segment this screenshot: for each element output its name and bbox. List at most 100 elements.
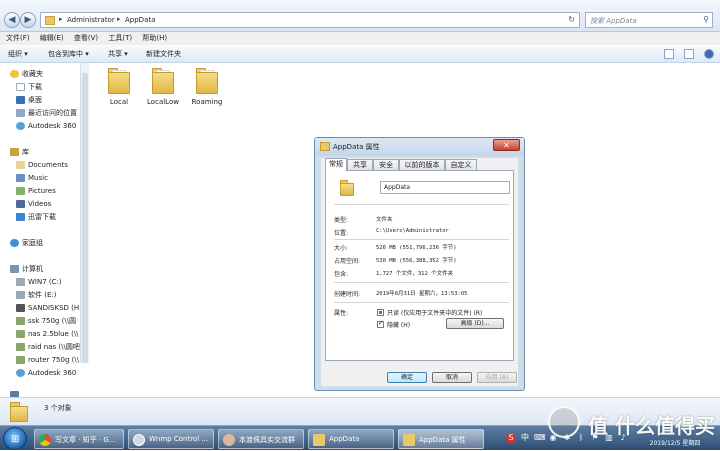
watermark: 值 什么值得买 [548,404,720,444]
network-drive-icon [16,330,25,338]
dialog-body: 常规 共享 安全 以前的版本 自定义 AppData 类型: 文件夹 位置: C… [321,158,518,386]
refresh-icon[interactable]: ↻ [568,15,575,24]
cloud-icon [16,369,25,377]
wnmp-icon [133,434,145,446]
folder-label: Local [109,98,129,106]
help-icon[interactable] [704,49,714,59]
windows-logo-icon: ⊞ [11,434,20,445]
breadcrumb-appdata[interactable]: AppData [125,16,155,24]
divider [334,302,509,303]
menu-bar: 文件(F) 编辑(E) 查看(V) 工具(T) 帮助(H) [0,32,720,45]
address-toolbar: ◀ ▶ ▸ Administrator ▸ AppData ↻ 搜索 AppDa… [0,0,720,32]
folder-icon [196,68,218,94]
tab-customize[interactable]: 自定义 [445,159,477,170]
cloud-icon [16,122,25,130]
search-input[interactable]: 搜索 AppData ⚲ [585,12,713,28]
taskbar-item-chrome[interactable]: 写文章 · 知乎 · G... [34,429,124,449]
breadcrumb-administrator[interactable]: Administrator [67,16,115,24]
command-bar: 组织 ▾ 包含到库中 ▾ 共享 ▾ 新建文件夹 [0,45,720,63]
ok-button[interactable]: 确定 [387,372,427,383]
divider [334,204,509,205]
library-icon [10,148,19,156]
sogou-icon[interactable]: S [506,433,516,443]
back-button[interactable]: ◀ [4,12,20,28]
folder-icon [340,180,356,196]
apply-button[interactable]: 应用 (A) [477,372,517,383]
folder-item[interactable]: Roaming [184,68,230,106]
address-box[interactable]: ▸ Administrator ▸ AppData ↻ [40,12,580,28]
scrollbar-thumb[interactable] [82,73,88,363]
recent-places-icon [16,109,25,117]
documents-icon [16,161,25,169]
watermark-logo-icon [548,406,580,438]
taskbar-item-chat-group[interactable]: 本渡佩具实交流群 [218,429,304,449]
search-icon: ⚲ [703,15,709,24]
taskbar-item-properties[interactable]: AppData 属性 [398,429,484,449]
new-folder-button[interactable]: 新建文件夹 [146,49,181,59]
downloads-icon [16,83,25,91]
hidden-checkbox[interactable] [377,319,384,328]
downloads-icon [16,213,25,221]
drive-icon [16,278,25,286]
homegroup-icon [10,239,19,247]
taskbar-item-appdata[interactable]: AppData [308,429,394,449]
close-button[interactable]: ✕ [493,139,520,151]
videos-icon [16,200,25,208]
folder-item[interactable]: Local [96,68,142,106]
folder-label: Roaming [191,98,223,106]
desktop-icon [16,96,25,104]
chevron-right-icon[interactable]: ▸ [117,15,121,23]
chrome-icon [39,434,51,446]
tab-security[interactable]: 安全 [373,159,399,170]
view-options-icon[interactable] [664,49,674,59]
folder-label: LocalLow [147,98,179,106]
network-drive-icon [16,317,25,325]
readonly-checkbox[interactable] [377,309,384,316]
drive-icon [16,304,25,312]
chevron-right-icon[interactable]: ▸ [59,15,63,23]
tab-general[interactable]: 常规 [325,158,347,171]
menu-tools[interactable]: 工具(T) [108,32,132,45]
folder-item[interactable]: LocalLow [140,68,186,106]
drive-icon [16,291,25,299]
folder-icon [403,434,415,446]
advanced-button[interactable]: 高级 (D)... [446,318,504,329]
folder-icon [313,434,325,446]
avatar-icon [223,434,235,446]
search-placeholder: 搜索 AppData [590,17,637,25]
menu-edit[interactable]: 编辑(E) [40,32,64,45]
name-field[interactable]: AppData [380,181,510,194]
divider [334,282,509,283]
tab-previous-versions[interactable]: 以前的版本 [399,159,445,170]
dialog-titlebar[interactable]: AppData 属性 ✕ [315,138,524,156]
computer-icon [10,265,19,273]
general-panel: AppData 类型: 文件夹 位置: C:\Users\Administrat… [325,170,514,361]
nav-scrollbar[interactable] [80,63,89,363]
folder-icon [45,16,55,25]
cancel-button[interactable]: 取消 [432,372,472,383]
menu-help[interactable]: 帮助(H) [142,32,167,45]
menu-file[interactable]: 文件(F) [6,32,30,45]
keyboard-icon[interactable]: ⌨ [534,433,546,443]
navigation-pane: 收藏夹 下载 桌面 最近访问的位置 Autodesk 360 库 Documen… [0,63,80,397]
folder-icon [10,402,30,422]
properties-dialog: AppData 属性 ✕ 常规 共享 安全 以前的版本 自定义 AppData … [314,137,525,391]
menu-view[interactable]: 查看(V) [74,32,98,45]
taskbar-item-wnmp[interactable]: Wnmp Control ... [128,429,214,449]
include-in-library-button[interactable]: 包含到库中 ▾ [48,49,89,59]
share-button[interactable]: 共享 ▾ [108,49,128,59]
watermark-text: 值 什么值得买 [588,414,715,438]
start-button[interactable]: ⊞ [3,427,27,450]
preview-pane-icon[interactable] [684,49,694,59]
music-icon [16,174,25,182]
input-method-icon[interactable]: 中 [520,433,530,443]
item-count: 3 个对象 [44,404,72,412]
tab-sharing[interactable]: 共享 [347,159,373,170]
divider [334,239,509,240]
forward-button[interactable]: ▶ [20,12,36,28]
network-drive-icon [16,343,25,351]
organize-button[interactable]: 组织 ▾ [8,49,28,59]
pictures-icon [16,187,25,195]
network-drive-icon [16,356,25,364]
folder-icon [108,68,130,94]
